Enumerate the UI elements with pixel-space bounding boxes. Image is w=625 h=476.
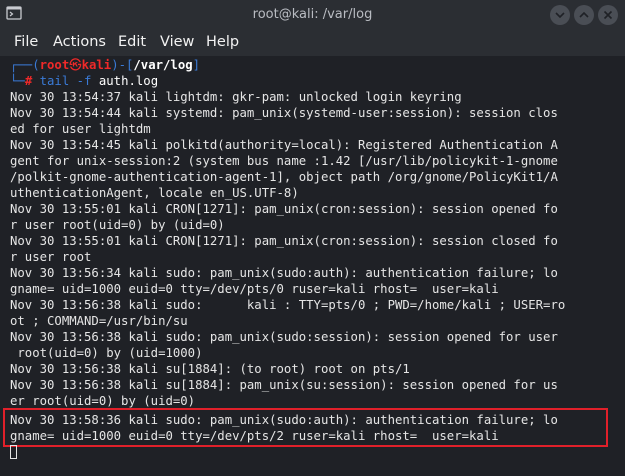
prompt-mid: )-[ [111, 58, 134, 72]
log-line: r user root [10, 250, 92, 264]
prompt-close: ] [192, 58, 201, 72]
log-line: gent for unix-session:2 (system bus name… [10, 154, 558, 168]
prompt-hash: # [24, 74, 33, 88]
log-line: Nov 30 13:56:38 kali su[1884]: pam_unix(… [10, 378, 558, 392]
minimize-icon [555, 12, 565, 19]
log-line: Nov 30 13:55:01 kali CRON[1271]: pam_uni… [10, 234, 558, 248]
log-line: Nov 30 13:54:45 kali polkitd(authority=l… [10, 138, 558, 152]
log-line: uthenticationAgent, locale en_US.UTF-8) [10, 186, 299, 200]
log-line: er root(uid=0) by (uid=0) [10, 394, 196, 408]
log-line: Nov 30 13:54:44 kali systemd: pam_unix(s… [10, 106, 558, 120]
command-arg: auth.log [98, 74, 159, 88]
menu-bar: File Actions Edit View Help [0, 30, 625, 56]
log-line: r user root(uid=0) by (uid=0) [10, 218, 225, 232]
prompt-path: /var/log [133, 58, 193, 72]
log-line: Nov 30 13:56:38 kali sudo: pam_unix(sudo… [10, 330, 558, 344]
command-flag: -f [76, 74, 92, 88]
menu-help[interactable]: Help [206, 34, 239, 50]
log-line: Nov 30 13:54:37 kali lightdm: gkr-pam: u… [10, 90, 462, 104]
log-line: gname= uid=1000 euid=0 tty=/dev/pts/0 ru… [10, 282, 499, 296]
command-line: └─# tail -f auth.log [10, 73, 158, 89]
maximize-icon [579, 11, 589, 18]
terminal-output[interactable]: ┌──(root㉿kali)-[/var/log] └─# tail -f au… [0, 56, 612, 476]
scrollbar[interactable] [612, 56, 625, 476]
log-line: Nov 30 13:56:34 kali sudo: pam_unix(sudo… [10, 266, 558, 280]
prompt-skull: ㉿ [69, 58, 82, 72]
menu-view[interactable]: View [160, 34, 194, 50]
log-line: ed for user lightdm [10, 122, 151, 136]
prompt-open: ┌──( [10, 58, 40, 72]
minimize-button[interactable] [550, 5, 570, 25]
log-line: Nov 30 13:56:38 kali su[1884]: (to root)… [10, 362, 410, 376]
menu-actions[interactable]: Actions [53, 34, 106, 50]
log-line: root(uid=0) by (uid=1000) [10, 346, 203, 360]
close-icon [603, 10, 613, 20]
log-line: ot ; COMMAND=/usr/bin/su [10, 314, 188, 328]
terminal-window: root@kali: /var/log File Actions Edit Vi… [0, 0, 625, 476]
prompt-line: ┌──(root㉿kali)-[/var/log] [10, 57, 200, 73]
prompt-host: kali [81, 58, 112, 72]
prompt-corner: └─ [10, 74, 25, 88]
close-button[interactable] [598, 5, 618, 25]
title-bar[interactable]: root@kali: /var/log [0, 0, 625, 30]
log-line: Nov 30 13:55:01 kali CRON[1271]: pam_uni… [10, 202, 558, 216]
window-title: root@kali: /var/log [252, 7, 373, 22]
maximize-button[interactable] [574, 5, 594, 25]
highlight-box [3, 408, 608, 447]
log-line: /polkit-gnome-authentication-agent-1], o… [10, 170, 558, 184]
log-line: Nov 30 13:56:38 kali sudo: kali : TTY=pt… [10, 298, 566, 312]
command-name: tail [39, 74, 70, 88]
menu-file[interactable]: File [14, 34, 38, 50]
text-cursor [10, 445, 17, 459]
prompt-user: root [39, 58, 70, 72]
menu-edit[interactable]: Edit [118, 34, 146, 50]
